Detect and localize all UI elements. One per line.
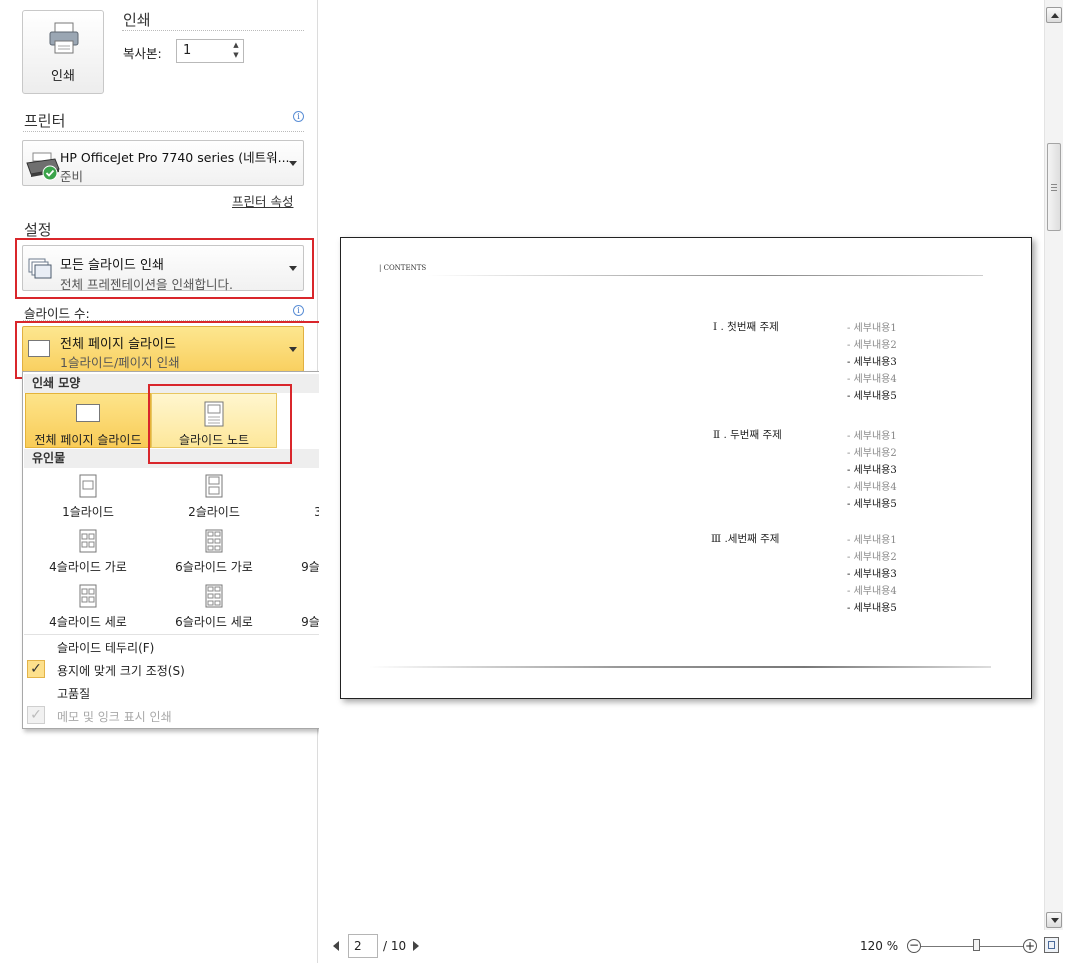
option-label: 1슬라이드 bbox=[62, 505, 114, 519]
print-section-title: 인쇄 bbox=[123, 11, 151, 29]
topic-item: - 세부내용2 bbox=[847, 448, 897, 459]
printer-section-title: 프린터 bbox=[24, 112, 66, 130]
previous-page-icon[interactable] bbox=[333, 941, 339, 951]
frame-slides-option[interactable]: 슬라이드 테두리(F) bbox=[57, 639, 154, 656]
topic-item: - 세부내용1 bbox=[847, 323, 897, 334]
topic-item: - 세부내용4 bbox=[847, 482, 897, 493]
footer-rule bbox=[369, 666, 991, 668]
page-icon bbox=[1048, 941, 1055, 949]
topic-item: - 세부내용2 bbox=[847, 552, 897, 563]
info-icon[interactable]: i bbox=[293, 305, 304, 316]
preview-navigation-bar: 2 / 10 120 % − + bbox=[319, 930, 1076, 963]
handout-4-vertical[interactable]: 4슬라이드 세로 bbox=[25, 580, 151, 632]
divider bbox=[23, 131, 304, 132]
highlight-box bbox=[148, 384, 292, 464]
handout-4-horizontal[interactable]: 4슬라이드 가로 bbox=[25, 525, 151, 577]
printer-device-icon bbox=[26, 152, 60, 181]
handout-6-icon bbox=[205, 529, 223, 553]
page-number-input[interactable]: 2 bbox=[348, 934, 378, 958]
handout-6-horizontal[interactable]: 6슬라이드 가로 bbox=[151, 525, 277, 577]
topic-item: - 세부내용3 bbox=[847, 569, 897, 580]
scroll-down-button[interactable] bbox=[1046, 912, 1062, 928]
zoom-in-icon[interactable]: + bbox=[1023, 939, 1037, 953]
increment-icon[interactable]: ▲ bbox=[231, 41, 241, 50]
handout-1-icon bbox=[79, 474, 97, 498]
option-full-page-slides[interactable]: 전체 페이지 슬라이드 bbox=[25, 393, 151, 448]
topic-item: - 세부내용4 bbox=[847, 374, 897, 385]
printer-icon bbox=[49, 22, 79, 54]
printer-status: 준비 bbox=[60, 169, 84, 184]
print-comments-option: 메모 및 잉크 표시 인쇄 bbox=[57, 710, 172, 724]
printer-properties-link[interactable]: 프린터 속성 bbox=[232, 191, 293, 210]
copies-label: 복사본: bbox=[123, 46, 162, 61]
slide-header: | CONTENTS bbox=[379, 264, 427, 272]
topic-item: - 세부내용5 bbox=[847, 603, 897, 614]
next-page-icon[interactable] bbox=[413, 941, 419, 951]
arrow-up-icon bbox=[1051, 13, 1059, 18]
slide-preview: | CONTENTS Ⅰ . 첫번째 주제 - 세부내용1 - 세부내용2 - … bbox=[340, 237, 1032, 699]
topic-title: Ⅰ . 첫번째 주제 bbox=[713, 321, 779, 333]
checkmark-icon: ✓ bbox=[27, 706, 45, 724]
zoom-slider-track[interactable] bbox=[921, 946, 1023, 947]
option-label: 4슬라이드 가로 bbox=[49, 560, 127, 574]
full-page-slide-icon bbox=[76, 404, 100, 422]
handout-1-slide[interactable]: 1슬라이드 bbox=[25, 470, 151, 522]
scale-to-fit-option[interactable]: 용지에 맞게 크기 조정(S) bbox=[57, 662, 185, 679]
vertical-scrollbar[interactable] bbox=[1044, 0, 1063, 930]
print-button-label: 인쇄 bbox=[51, 69, 75, 84]
topic-item: - 세부내용5 bbox=[847, 391, 897, 402]
option-label: 6슬라이드 세로 bbox=[175, 615, 253, 629]
handout-2-slides[interactable]: 2슬라이드 bbox=[151, 470, 277, 522]
zoom-slider-thumb[interactable] bbox=[973, 939, 981, 951]
handout-2-icon bbox=[205, 474, 223, 498]
printer-dropdown[interactable]: HP OfficeJet Pro 7740 series (네트워... 준비 bbox=[22, 140, 304, 186]
zoom-out-icon[interactable]: − bbox=[907, 939, 921, 953]
total-pages: / 10 bbox=[383, 939, 407, 953]
grip-icon bbox=[1051, 184, 1057, 185]
option-label: 전체 페이지 슬라이드 bbox=[34, 433, 142, 447]
highlight-box bbox=[15, 238, 314, 299]
option-label: 4슬라이드 세로 bbox=[49, 615, 127, 629]
header-rule bbox=[427, 275, 983, 276]
info-icon[interactable]: i bbox=[293, 111, 304, 122]
topic-title: Ⅱ . 두번째 주제 bbox=[713, 429, 782, 441]
high-quality-option[interactable]: 고품질 bbox=[57, 685, 90, 702]
topic-item: - 세부내용3 bbox=[847, 465, 897, 476]
topic-item: - 세부내용1 bbox=[847, 535, 897, 546]
printer-name: HP OfficeJet Pro 7740 series (네트워... bbox=[60, 150, 290, 165]
settings-section-title: 설정 bbox=[24, 221, 52, 239]
handout-6-icon bbox=[205, 584, 223, 608]
topic-item: - 세부내용4 bbox=[847, 586, 897, 597]
zoom-level: 120 % bbox=[860, 939, 899, 953]
copies-stepper[interactable]: 1 ▲ ▼ bbox=[176, 39, 244, 63]
scroll-thumb[interactable] bbox=[1047, 143, 1061, 231]
option-label: 2슬라이드 bbox=[188, 505, 240, 519]
topic-item: - 세부내용3 bbox=[847, 357, 897, 368]
grip-icon bbox=[1051, 190, 1057, 191]
handout-4-icon bbox=[79, 584, 97, 608]
chevron-down-icon bbox=[289, 161, 297, 166]
topic-title: Ⅲ .세번째 주제 bbox=[711, 533, 780, 545]
topic-item: - 세부내용2 bbox=[847, 340, 897, 351]
option-label: 6슬라이드 가로 bbox=[175, 560, 253, 574]
divider bbox=[122, 30, 304, 31]
grip-icon bbox=[1051, 187, 1057, 188]
topic-item: - 세부내용1 bbox=[847, 431, 897, 442]
copies-value: 1 bbox=[183, 43, 192, 58]
fit-to-window-icon[interactable] bbox=[1044, 937, 1059, 953]
print-button[interactable]: 인쇄 bbox=[22, 10, 104, 94]
checkmark-icon[interactable]: ✓ bbox=[27, 660, 45, 678]
arrow-down-icon bbox=[1051, 918, 1059, 923]
handout-6-vertical[interactable]: 6슬라이드 세로 bbox=[151, 580, 277, 632]
decrement-icon[interactable]: ▼ bbox=[231, 51, 241, 60]
handout-4-icon bbox=[79, 529, 97, 553]
topic-item: - 세부내용5 bbox=[847, 499, 897, 510]
scroll-up-button[interactable] bbox=[1046, 7, 1062, 23]
